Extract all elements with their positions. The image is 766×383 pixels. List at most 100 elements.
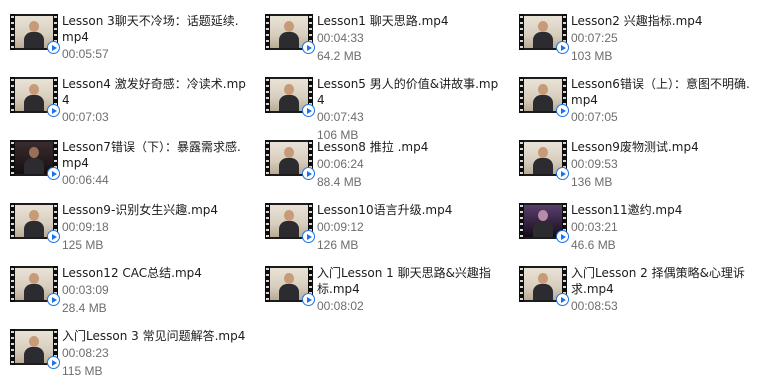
media-player-icon <box>47 167 60 180</box>
video-thumbnail <box>519 203 569 243</box>
file-details: Lesson9废物测试.mp4 00:09:53 136 MB <box>571 139 757 191</box>
video-file-item[interactable]: Lesson4 激发好奇感：冷读术.mp4 00:07:03 <box>0 63 250 126</box>
presenter-figure <box>29 84 39 95</box>
video-file-item[interactable]: Lesson 3聊天不冷场：话题延续.mp4 00:05:57 <box>0 0 250 63</box>
presenter-figure <box>29 210 39 221</box>
video-file-item[interactable]: Lesson2 兴趣指标.mp4 00:07:25 103 MB <box>509 0 759 63</box>
file-details: 入门Lesson 3 常见问题解答.mp4 00:08:23 115 MB <box>62 328 248 380</box>
file-details: 入门Lesson 1 聊天思路&兴趣指标.mp4 00:08:02 <box>317 265 503 315</box>
video-thumbnail <box>519 14 569 54</box>
video-thumbnail <box>265 203 315 243</box>
video-file-item[interactable]: Lesson10语言升级.mp4 00:09:12 126 MB <box>255 189 505 252</box>
presenter-body <box>279 95 299 111</box>
video-file-item[interactable]: 入门Lesson 3 常见问题解答.mp4 00:08:23 115 MB <box>0 315 250 378</box>
presenter-body <box>24 95 44 111</box>
file-details: Lesson10语言升级.mp4 00:09:12 126 MB <box>317 202 503 254</box>
video-file-item[interactable]: Lesson6错误（上）：意图不明确.mp4 00:07:05 <box>509 63 759 126</box>
file-details: Lesson9-识别女生兴趣.mp4 00:09:18 125 MB <box>62 202 248 254</box>
media-player-icon <box>47 230 60 243</box>
file-details: Lesson1 聊天思路.mp4 00:04:33 64.2 MB <box>317 13 503 65</box>
media-player-icon <box>556 104 569 117</box>
video-file-item[interactable]: Lesson5 男人的价值&讲故事.mp4 00:07:43 106 MB <box>255 63 505 142</box>
file-details: Lesson11邀约.mp4 00:03:21 46.6 MB <box>571 202 757 254</box>
file-duration: 00:07:03 <box>62 110 109 124</box>
media-player-icon <box>302 293 315 306</box>
file-details: Lesson4 激发好奇感：冷读术.mp4 00:07:03 <box>62 76 248 126</box>
media-player-icon <box>47 104 60 117</box>
file-size: 115 MB <box>62 364 103 378</box>
presenter-body <box>24 347 44 363</box>
media-player-icon <box>556 293 569 306</box>
file-duration: 00:08:23 <box>62 346 109 360</box>
file-name: Lesson10语言升级.mp4 <box>317 203 453 217</box>
presenter-body <box>533 32 553 48</box>
file-duration: 00:03:09 <box>62 283 109 297</box>
media-player-icon <box>302 230 315 243</box>
file-name: Lesson4 激发好奇感：冷读术.mp4 <box>62 77 246 107</box>
media-player-icon <box>47 293 60 306</box>
presenter-figure <box>29 21 39 32</box>
presenter-figure <box>538 147 548 158</box>
presenter-figure <box>538 84 548 95</box>
video-file-item[interactable]: Lesson9-识别女生兴趣.mp4 00:09:18 125 MB <box>0 189 250 252</box>
file-name: Lesson7错误（下）：暴露需求感.mp4 <box>62 140 241 170</box>
presenter-figure <box>284 210 294 221</box>
file-duration: 00:06:24 <box>317 157 364 171</box>
media-player-icon <box>556 41 569 54</box>
file-name: Lesson1 聊天思路.mp4 <box>317 14 449 28</box>
video-file-item[interactable]: Lesson9废物测试.mp4 00:09:53 136 MB <box>509 126 759 189</box>
file-duration: 00:05:57 <box>62 47 109 61</box>
file-duration: 00:09:18 <box>62 220 109 234</box>
video-thumbnail <box>519 140 569 180</box>
presenter-figure <box>538 21 548 32</box>
file-details: Lesson 3聊天不冷场：话题延续.mp4 00:05:57 <box>62 13 248 63</box>
video-thumbnail <box>10 329 60 369</box>
file-duration: 00:07:25 <box>571 31 618 45</box>
presenter-body <box>279 221 299 237</box>
file-name: 入门Lesson 1 聊天思路&兴趣指标.mp4 <box>317 266 491 296</box>
video-file-item[interactable]: Lesson1 聊天思路.mp4 00:04:33 64.2 MB <box>255 0 505 63</box>
video-thumbnail <box>10 77 60 117</box>
file-name: Lesson12 CAC总结.mp4 <box>62 266 202 280</box>
file-grid: Lesson 3聊天不冷场：话题延续.mp4 00:05:57 Lesson1 聊天… <box>0 0 766 383</box>
presenter-body <box>24 221 44 237</box>
presenter-body <box>24 284 44 300</box>
video-thumbnail <box>265 14 315 54</box>
file-details: Lesson8 推拉 .mp4 00:06:24 88.4 MB <box>317 139 503 191</box>
video-file-item[interactable]: Lesson8 推拉 .mp4 00:06:24 88.4 MB <box>255 126 505 189</box>
file-duration: 00:08:53 <box>571 299 618 313</box>
video-thumbnail <box>10 266 60 306</box>
file-duration: 00:06:44 <box>62 173 109 187</box>
presenter-figure <box>538 210 548 221</box>
presenter-body <box>533 284 553 300</box>
video-file-item[interactable]: Lesson7错误（下）：暴露需求感.mp4 00:06:44 <box>0 126 250 187</box>
video-thumbnail <box>10 14 60 54</box>
presenter-figure <box>29 336 39 347</box>
presenter-body <box>24 32 44 48</box>
file-name: 入门Lesson 3 常见问题解答.mp4 <box>62 329 246 343</box>
video-file-item[interactable]: Lesson12 CAC总结.mp4 00:03:09 28.4 MB <box>0 252 250 315</box>
media-player-icon <box>556 230 569 243</box>
file-name: Lesson 3聊天不冷场：话题延续.mp4 <box>62 14 239 44</box>
media-player-icon <box>47 356 60 369</box>
presenter-body <box>533 221 553 237</box>
file-name: Lesson8 推拉 .mp4 <box>317 140 429 154</box>
media-player-icon <box>302 104 315 117</box>
video-thumbnail <box>519 266 569 306</box>
video-file-item[interactable]: Lesson11邀约.mp4 00:03:21 46.6 MB <box>509 189 759 252</box>
file-details: Lesson6错误（上）：意图不明确.mp4 00:07:05 <box>571 76 757 126</box>
file-name: Lesson6错误（上）：意图不明确.mp4 <box>571 77 750 107</box>
video-file-item[interactable]: 入门Lesson 1 聊天思路&兴趣指标.mp4 00:08:02 <box>255 252 505 315</box>
presenter-figure <box>284 273 294 284</box>
file-duration: 00:08:02 <box>317 299 364 313</box>
presenter-figure <box>284 147 294 158</box>
video-file-item[interactable]: 入门Lesson 2 择偶策略&心理诉求.mp4 00:08:53 <box>509 252 759 313</box>
file-duration: 00:09:12 <box>317 220 364 234</box>
file-name: Lesson11邀约.mp4 <box>571 203 683 217</box>
media-player-icon <box>302 167 315 180</box>
video-thumbnail <box>10 203 60 243</box>
file-duration: 00:07:43 <box>317 110 364 124</box>
presenter-figure <box>284 21 294 32</box>
presenter-body <box>24 158 44 174</box>
video-thumbnail <box>265 77 315 117</box>
